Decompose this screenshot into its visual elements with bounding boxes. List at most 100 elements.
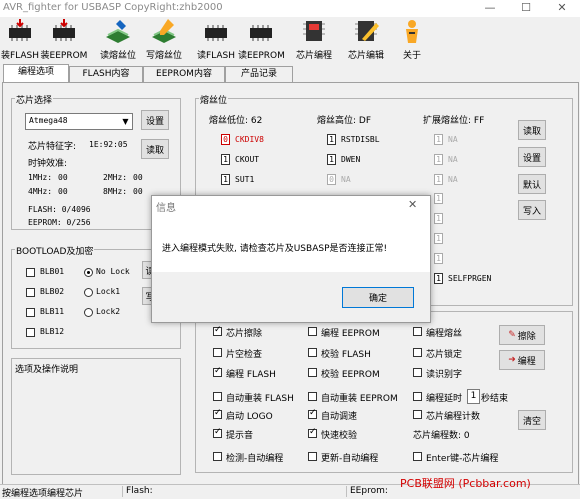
fuse-ckdiv8-label: CKDIV8 xyxy=(235,135,264,144)
fuse-sut1-bit[interactable]: 1 xyxy=(221,174,230,185)
opt-blank-check-checkbox[interactable] xyxy=(213,348,222,357)
chip-set-button[interactable]: 设置 xyxy=(141,110,169,130)
fuse-write-button[interactable]: 写入 xyxy=(518,200,546,220)
opt-logo-checkbox[interactable] xyxy=(213,408,222,419)
fuse-dwen-bit[interactable]: 1 xyxy=(327,154,336,165)
opt-program-eeprom-label: 编程 EEPROM xyxy=(321,329,380,339)
opt-verify-flash-label: 校验 FLASH xyxy=(321,350,371,360)
blb01-checkbox[interactable] xyxy=(26,268,35,277)
edit-chip-button[interactable]: 芯片编辑 xyxy=(344,19,388,61)
calib-label: 时钟效准: xyxy=(28,159,68,169)
minimize-button[interactable]: — xyxy=(472,0,508,17)
fuse-ext-bit[interactable]: 1 xyxy=(434,134,443,145)
fuse-read-button[interactable]: 读取 xyxy=(518,120,546,140)
calib-1mhz-value: 00 xyxy=(58,173,68,182)
chip-load-icon xyxy=(53,19,75,41)
opt-chip-erase-checkbox[interactable] xyxy=(213,325,222,336)
tab-flash-content[interactable]: FLASH内容 xyxy=(69,66,143,82)
program-button[interactable]: ➜ 编程 xyxy=(499,350,545,370)
opt-program-count-checkbox[interactable] xyxy=(413,410,422,419)
opt-chip-lock-checkbox[interactable] xyxy=(413,348,422,357)
load-eeprom-button[interactable]: 装EEPROM xyxy=(40,19,88,61)
status-eeprom: EEprom: xyxy=(350,486,388,496)
write-fuse-button[interactable]: 写熔丝位 xyxy=(142,19,186,61)
fuse-ext-bit[interactable]: 1 xyxy=(434,253,443,264)
tab-eeprom-content[interactable]: EEPROM内容 xyxy=(143,66,225,82)
close-button[interactable]: ✕ xyxy=(544,0,580,17)
read-flash-button[interactable]: 读FLASH xyxy=(196,19,236,61)
blb02-checkbox[interactable] xyxy=(26,288,35,297)
delay-seconds-input[interactable]: 1 xyxy=(467,389,480,404)
opt-reload-flash-label: 自动重装 FLASH xyxy=(226,394,294,404)
fuse-ext-bit[interactable]: 1 xyxy=(434,174,443,185)
read-fuse-icon xyxy=(106,20,130,43)
fuse-ckout-label: CKOUT xyxy=(235,155,260,164)
eeprom-size: EEPROM: 0/256 xyxy=(28,218,91,227)
fuse-set-button[interactable]: 设置 xyxy=(518,147,546,167)
fuse-selfprgen-bit[interactable]: 1 xyxy=(434,273,443,284)
opt-chip-lock-label: 芯片锁定 xyxy=(426,350,463,360)
toolbar-label: 关于 xyxy=(402,51,421,61)
opt-beep-checkbox[interactable] xyxy=(213,427,222,438)
fuse-high-na-bit[interactable]: 0 xyxy=(327,174,336,185)
program-chip-button[interactable]: 芯片编程 xyxy=(292,19,336,61)
load-flash-button[interactable]: 装FLASH xyxy=(0,19,40,61)
opt-reload-eeprom-checkbox[interactable] xyxy=(308,392,317,401)
window-title: AVR_fighter for USBASP CopyRight:zhb2000 xyxy=(3,2,223,13)
watermark: PCB联盟网 (Pcbbar.com) xyxy=(400,477,531,490)
eraser-icon: ✎ xyxy=(508,330,516,340)
no-lock-radio[interactable] xyxy=(84,268,93,277)
blb12-checkbox[interactable] xyxy=(26,328,35,337)
opt-enter-program-checkbox[interactable] xyxy=(413,452,422,461)
write-fuse-icon xyxy=(152,19,176,43)
program-arrow-icon: ➜ xyxy=(508,355,516,365)
opt-logo-label: 启动 LOGO xyxy=(226,412,273,422)
opt-detect-auto-label: 检测-自动编程 xyxy=(226,454,284,464)
read-fuse-button[interactable]: 读熔丝位 xyxy=(94,19,142,61)
opt-program-delay-checkbox[interactable] xyxy=(413,392,422,401)
chip-read-button[interactable]: 读取 xyxy=(141,139,169,159)
read-eeprom-button[interactable]: 读EEPROM xyxy=(238,19,285,61)
about-button[interactable]: 关于 xyxy=(396,19,428,61)
fuse-ext-bit[interactable]: 1 xyxy=(434,233,443,244)
lock2-radio[interactable] xyxy=(84,308,93,317)
dialog-close-button[interactable]: ✕ xyxy=(408,198,417,211)
edit-icon xyxy=(355,21,379,41)
opt-program-delay-label: 编程延时 xyxy=(426,394,463,404)
tab-program-options[interactable]: 编程选项 xyxy=(3,64,69,83)
opt-fast-verify-checkbox[interactable] xyxy=(308,427,317,438)
fuse-rstdisbl-bit[interactable]: 1 xyxy=(327,134,336,145)
lock1-radio[interactable] xyxy=(84,288,93,297)
opt-program-fuse-checkbox[interactable] xyxy=(413,327,422,336)
opt-program-flash-checkbox[interactable] xyxy=(213,366,222,377)
flash-size: FLASH: 0/4096 xyxy=(28,205,91,214)
blb11-checkbox[interactable] xyxy=(26,308,35,317)
opt-update-auto-label: 更新-自动编程 xyxy=(321,454,379,464)
fuse-high-na-label: NA xyxy=(341,175,351,184)
blb02-label: BLB02 xyxy=(40,287,65,296)
opt-verify-flash-checkbox[interactable] xyxy=(308,348,317,357)
fuse-ckdiv8-bit[interactable]: 0 xyxy=(221,134,230,145)
opt-update-auto-checkbox[interactable] xyxy=(308,452,317,461)
opt-detect-auto-checkbox[interactable] xyxy=(213,452,222,461)
clear-count-button[interactable]: 清空 xyxy=(518,410,546,430)
erase-button[interactable]: ✎ 擦除 xyxy=(499,325,545,345)
opt-reload-flash-checkbox[interactable] xyxy=(213,392,222,401)
fuse-low-label: 熔丝低位: 62 xyxy=(209,116,263,126)
opt-auto-speed-checkbox[interactable] xyxy=(308,408,317,419)
opt-verify-eeprom-checkbox[interactable] xyxy=(308,368,317,377)
opt-program-eeprom-checkbox[interactable] xyxy=(308,327,317,336)
erase-button-label: 擦除 xyxy=(517,331,536,342)
fuse-ext-bit[interactable]: 1 xyxy=(434,213,443,224)
tab-product-records[interactable]: 产品记录 xyxy=(225,66,293,82)
fuse-default-button[interactable]: 默认 xyxy=(518,174,546,194)
fuse-ckout-bit[interactable]: 1 xyxy=(221,154,230,165)
maximize-button[interactable]: ☐ xyxy=(508,0,544,17)
chip-dropdown[interactable]: Atmega48 ▼ xyxy=(25,113,133,130)
dialog-ok-button[interactable]: 确定 xyxy=(342,287,414,308)
dialog-message: 进入编程模式失败, 请检查芯片及USBASP是否连接正常! xyxy=(162,244,388,254)
fuse-ext-bit[interactable]: 1 xyxy=(434,154,443,165)
toolbar-label: 装EEPROM xyxy=(40,51,88,61)
fuse-ext-bit[interactable]: 1 xyxy=(434,193,443,204)
opt-read-id-checkbox[interactable] xyxy=(413,368,422,377)
